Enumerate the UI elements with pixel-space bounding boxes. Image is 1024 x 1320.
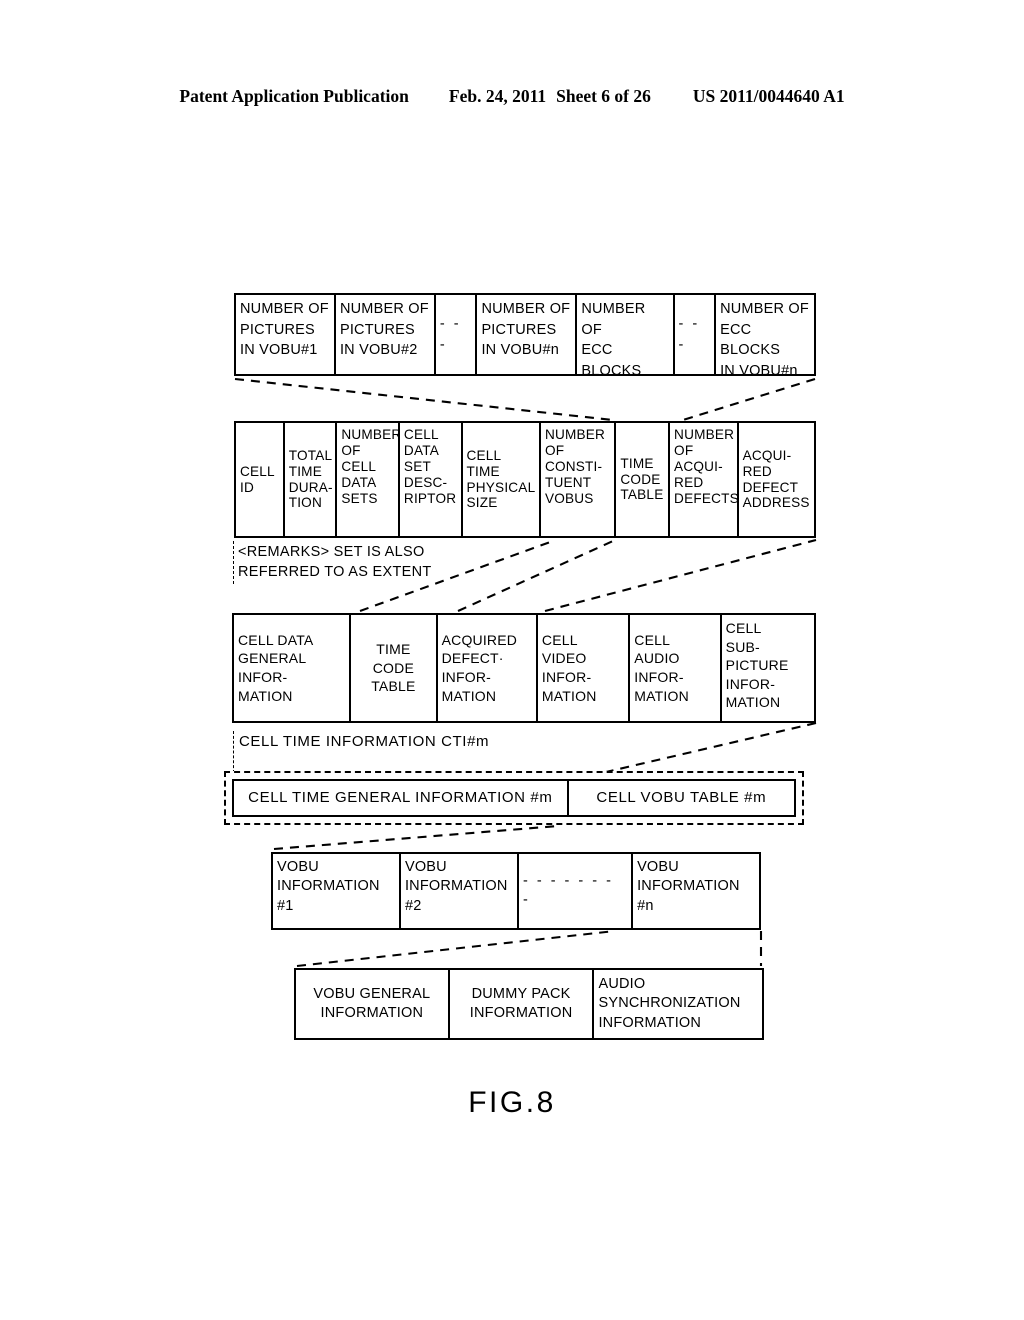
table-cell: NUMBER OF ACQUI- RED DEFECTS — [670, 423, 739, 536]
figure-8-diagram: NUMBER OF PICTURES IN VOBU#1 NUMBER OF P… — [0, 0, 1024, 1320]
cell-time-information-structure-row: CELL TIME GENERAL INFORMATION #m CELL VO… — [232, 779, 796, 817]
table-cell: VOBU INFORMATION #n — [637, 859, 740, 914]
cell-data-general-information-row: CELL ID TOTAL TIME DURA- TION NUMBER OF … — [234, 421, 816, 538]
table-cell: NUMBER OF PICTURES IN VOBU#n — [477, 295, 578, 374]
table-cell: DUMMY PACK INFORMATION — [450, 970, 595, 1038]
ellipsis-cell: - - - — [675, 295, 717, 374]
table-cell: ACQUI- RED DEFECT ADDRESS — [742, 447, 810, 511]
table-cell: AUDIO SYNCHRONIZATION INFORMATION — [598, 976, 741, 1031]
cell-time-information-label: CELL TIME INFORMATION CTI#m — [239, 733, 490, 750]
table-cell: CELL VOBU TABLE #m — [596, 789, 767, 807]
ellipsis-cell: - - - - - - - - — [519, 854, 634, 928]
table-cell: CELL TIME GENERAL INFORMATION #m — [234, 781, 569, 815]
cell-vobu-table-entries-row: VOBU INFORMATION #1 VOBU INFORMATION #2 … — [271, 852, 761, 930]
table-cell: CELL VIDEO INFOR- MATION — [538, 615, 631, 721]
table-cell: CELL SUB- PICTURE INFOR- MATION — [725, 620, 789, 711]
vobu-information-structure-row: VOBU GENERAL INFORMATION DUMMY PACK INFO… — [294, 968, 764, 1040]
cell-data-set-structure-row: CELL DATA GENERAL INFOR- MATION TIME COD… — [232, 613, 816, 723]
table-cell: VOBU GENERAL INFORMATION — [296, 970, 450, 1038]
remarks-note: <REMARKS> SET IS ALSO REFERRED TO AS EXT… — [238, 544, 432, 580]
table-cell: CELL DATA GENERAL INFOR- MATION — [234, 615, 352, 721]
table-cell: VOBU INFORMATION #2 — [401, 854, 519, 928]
vobu-picture-and-ecc-block-counts-row: NUMBER OF PICTURES IN VOBU#1 NUMBER OF P… — [234, 293, 816, 376]
table-cell: NUMBER OF CONSTI- TUENT VOBUS — [541, 423, 617, 536]
table-cell: CELL ID — [236, 423, 285, 536]
table-cell: NUMBER OF CELL DATA SETS — [337, 423, 400, 536]
table-cell: NUMBER OF ECC BLOCKS IN VOBU#1 — [577, 295, 675, 374]
figure-caption: FIG.8 — [468, 1086, 556, 1119]
table-cell: CELL TIME PHYSICAL SIZE — [463, 423, 541, 536]
table-cell: NUMBER OF PICTURES IN VOBU#1 — [236, 295, 336, 374]
table-cell: TIME CODE TABLE — [616, 423, 671, 536]
table-cell: VOBU INFORMATION #1 — [273, 854, 401, 928]
table-cell: CELL AUDIO INFOR- MATION — [630, 615, 722, 721]
table-cell: TIME CODE TABLE — [351, 615, 438, 721]
table-cell: ACQUIRED DEFECT· INFOR- MATION — [438, 615, 538, 721]
table-cell: TOTAL TIME DURA- TION — [285, 423, 338, 536]
table-cell: CELL DATA SET DESC- RIPTOR — [400, 423, 463, 536]
ellipsis-cell: - - - — [436, 295, 478, 374]
table-cell: NUMBER OF PICTURES IN VOBU#2 — [336, 295, 436, 374]
table-cell: NUMBER OF ECC BLOCKS IN VOBU#n — [720, 301, 809, 374]
